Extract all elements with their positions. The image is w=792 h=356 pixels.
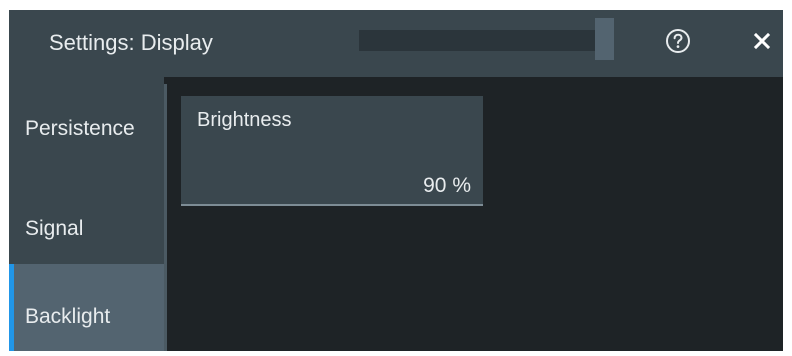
question-circle-icon [665,28,691,54]
brightness-unit: % [452,174,471,197]
drag-handle[interactable] [595,18,614,60]
brightness-value-display: 90 % [423,174,471,198]
close-button[interactable] [747,25,777,57]
sidebar-item-label: Signal [25,217,84,240]
settings-sidebar: Persistence Signal Backlight [9,77,164,351]
sidebar-item-label: Backlight [25,305,111,328]
settings-display-dialog: Settings: Display Persistence Signal Bac… [9,10,783,351]
brightness-label: Brightness [197,109,292,131]
close-icon [753,32,771,50]
brightness-field[interactable]: Brightness 90 % [181,96,483,206]
brightness-value: 90 [423,174,447,197]
help-button[interactable] [661,24,695,58]
active-tab-indicator [9,264,14,351]
sidebar-divider [164,84,167,351]
sidebar-item-label: Persistence [25,117,135,140]
sidebar-item-backlight[interactable]: Backlight [9,264,164,351]
dialog-titlebar[interactable]: Settings: Display [9,10,783,77]
drag-track[interactable] [359,30,595,51]
sidebar-item-persistence[interactable]: Persistence [9,77,164,157]
sidebar-item-signal[interactable]: Signal [9,172,164,252]
dialog-title: Settings: Display [49,30,213,55]
